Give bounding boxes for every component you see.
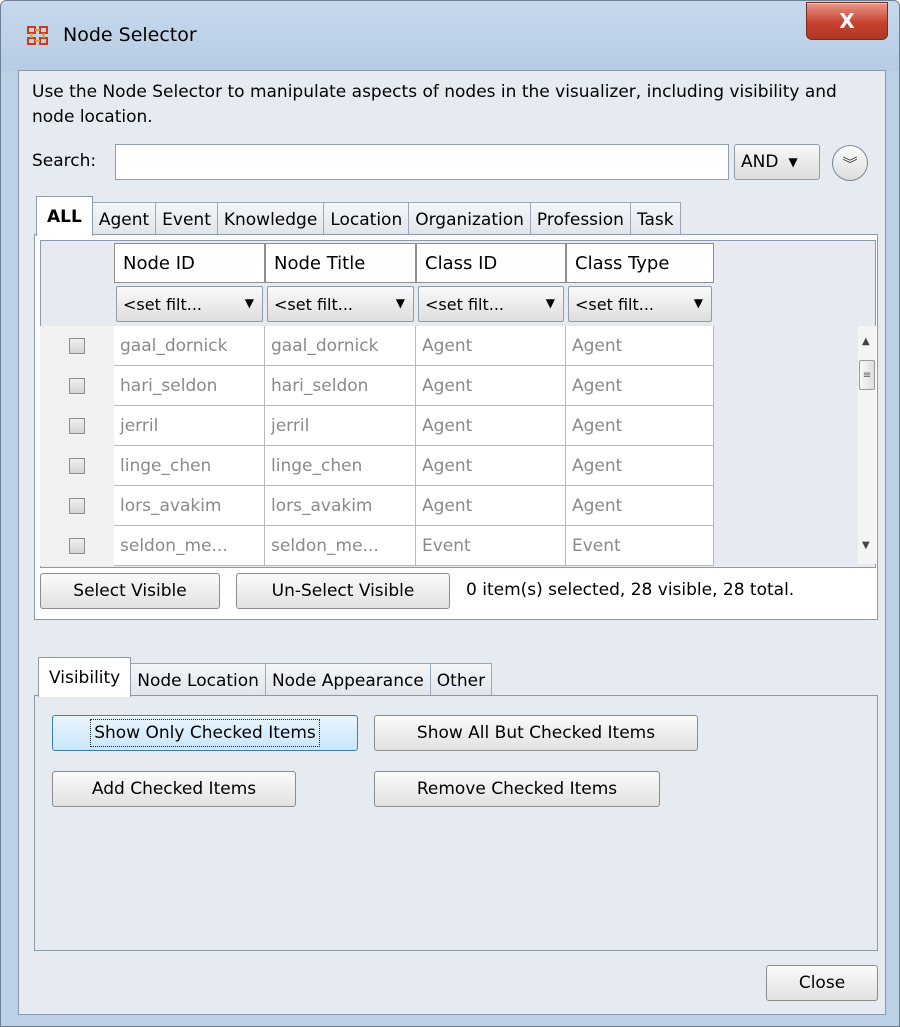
table-row[interactable]: lors_avakim lors_avakim Agent Agent bbox=[40, 486, 714, 526]
row-checkbox[interactable] bbox=[69, 498, 85, 514]
show-all-but-checked-button[interactable]: Show All But Checked Items bbox=[374, 715, 698, 751]
scroll-down-icon[interactable]: ▼ bbox=[862, 540, 870, 551]
row-checkbox[interactable] bbox=[69, 378, 85, 394]
filter-class-type[interactable]: <set filt... ▼ bbox=[568, 286, 712, 322]
tab-node-location[interactable]: Node Location bbox=[130, 663, 266, 697]
search-label: Search: bbox=[32, 151, 97, 171]
row-checkbox[interactable] bbox=[69, 418, 85, 434]
cell-node-title: gaal_dornick bbox=[265, 326, 416, 366]
caret-down-icon: ▼ bbox=[395, 296, 405, 310]
cell-node-id: seldon_me... bbox=[114, 526, 265, 566]
table-row[interactable]: hari_seldon hari_seldon Agent Agent bbox=[40, 366, 714, 406]
cell-node-id: jerril bbox=[114, 406, 265, 446]
scroll-up-icon[interactable]: ▲ bbox=[862, 336, 870, 347]
close-button[interactable]: Close bbox=[766, 965, 878, 1001]
tab-other[interactable]: Other bbox=[429, 663, 493, 697]
unselect-visible-button[interactable]: Un-Select Visible bbox=[236, 573, 450, 609]
window-title: Node Selector bbox=[63, 24, 197, 46]
description-text: Use the Node Selector to manipulate aspe… bbox=[32, 82, 837, 127]
cell-node-title: linge_chen bbox=[265, 446, 416, 486]
filter-node-id[interactable]: <set filt... ▼ bbox=[116, 286, 263, 322]
cell-class-id: Agent bbox=[416, 366, 566, 406]
cell-node-id: lors_avakim bbox=[114, 486, 265, 526]
cell-class-type: Agent bbox=[566, 366, 714, 406]
cell-class-id: Agent bbox=[416, 326, 566, 366]
cell-node-title: lors_avakim bbox=[265, 486, 416, 526]
node-type-tabs: ALL Agent Event Knowledge Location Organ… bbox=[36, 196, 681, 236]
caret-down-icon: ▼ bbox=[545, 296, 555, 310]
caret-down-icon: ▼ bbox=[788, 155, 798, 169]
selection-status: 0 item(s) selected, 28 visible, 28 total… bbox=[466, 580, 795, 600]
close-icon: X bbox=[839, 9, 855, 33]
cell-node-id: hari_seldon bbox=[114, 366, 265, 406]
cell-class-type: Agent bbox=[566, 406, 714, 446]
cell-node-title: jerril bbox=[265, 406, 416, 446]
cell-class-type: Agent bbox=[566, 486, 714, 526]
double-chevron-down-icon: ︾ bbox=[842, 154, 858, 173]
table-scrollbar[interactable]: ▲ ≡ ▼ bbox=[858, 326, 876, 564]
tab-agent[interactable]: Agent bbox=[91, 202, 157, 236]
expand-search-button[interactable]: ︾ bbox=[832, 145, 868, 181]
row-checkbox[interactable] bbox=[69, 338, 85, 354]
add-checked-button[interactable]: Add Checked Items bbox=[52, 771, 296, 807]
row-checkbox[interactable] bbox=[69, 538, 85, 554]
close-window-button[interactable]: X bbox=[806, 2, 888, 40]
tab-visibility[interactable]: Visibility bbox=[38, 657, 132, 697]
cell-class-type: Event bbox=[566, 526, 714, 566]
cell-node-id: gaal_dornick bbox=[114, 326, 265, 366]
column-header-class-type[interactable]: Class Type bbox=[566, 243, 714, 283]
cell-class-id: Event bbox=[416, 526, 566, 566]
search-input[interactable] bbox=[115, 144, 729, 180]
network-nodes-icon bbox=[27, 26, 48, 45]
tab-all[interactable]: ALL bbox=[36, 196, 93, 236]
column-header-node-id[interactable]: Node ID bbox=[114, 243, 265, 283]
table-row[interactable]: jerril jerril Agent Agent bbox=[40, 406, 714, 446]
tab-profession[interactable]: Profession bbox=[529, 202, 631, 236]
table-row[interactable]: linge_chen linge_chen Agent Agent bbox=[40, 446, 714, 486]
caret-down-icon: ▼ bbox=[693, 296, 703, 310]
search-mode-select[interactable]: AND ▼ bbox=[734, 144, 820, 180]
column-header-class-id[interactable]: Class ID bbox=[416, 243, 566, 283]
table-row[interactable]: seldon_me... seldon_me... Event Event bbox=[40, 526, 714, 566]
tab-knowledge[interactable]: Knowledge bbox=[216, 202, 325, 236]
tab-task[interactable]: Task bbox=[629, 202, 681, 236]
filter-node-title[interactable]: <set filt... ▼ bbox=[267, 286, 414, 322]
cell-class-id: Agent bbox=[416, 446, 566, 486]
tab-organization[interactable]: Organization bbox=[408, 202, 531, 236]
cell-class-type: Agent bbox=[566, 326, 714, 366]
action-tabs: Visibility Node Location Node Appearance… bbox=[38, 657, 493, 697]
cell-class-id: Agent bbox=[416, 406, 566, 446]
filter-class-id[interactable]: <set filt... ▼ bbox=[418, 286, 564, 322]
cell-class-type: Agent bbox=[566, 446, 714, 486]
cell-class-id: Agent bbox=[416, 486, 566, 526]
cell-node-title: hari_seldon bbox=[265, 366, 416, 406]
tab-location[interactable]: Location bbox=[323, 202, 410, 236]
table-row[interactable]: gaal_dornick gaal_dornick Agent Agent bbox=[40, 326, 714, 366]
tab-event[interactable]: Event bbox=[155, 202, 218, 236]
select-visible-button[interactable]: Select Visible bbox=[40, 573, 220, 609]
cell-node-title: seldon_me... bbox=[265, 526, 416, 566]
tab-node-appearance[interactable]: Node Appearance bbox=[264, 663, 431, 697]
title-bar[interactable]: Node Selector bbox=[1, 1, 899, 71]
search-mode-value: AND bbox=[741, 152, 779, 172]
remove-checked-button[interactable]: Remove Checked Items bbox=[374, 771, 660, 807]
scroll-thumb[interactable]: ≡ bbox=[859, 360, 875, 390]
row-checkbox[interactable] bbox=[69, 458, 85, 474]
cell-node-id: linge_chen bbox=[114, 446, 265, 486]
show-only-checked-button[interactable]: Show Only Checked Items bbox=[52, 715, 358, 751]
column-header-node-title[interactable]: Node Title bbox=[265, 243, 416, 283]
caret-down-icon: ▼ bbox=[244, 296, 254, 310]
